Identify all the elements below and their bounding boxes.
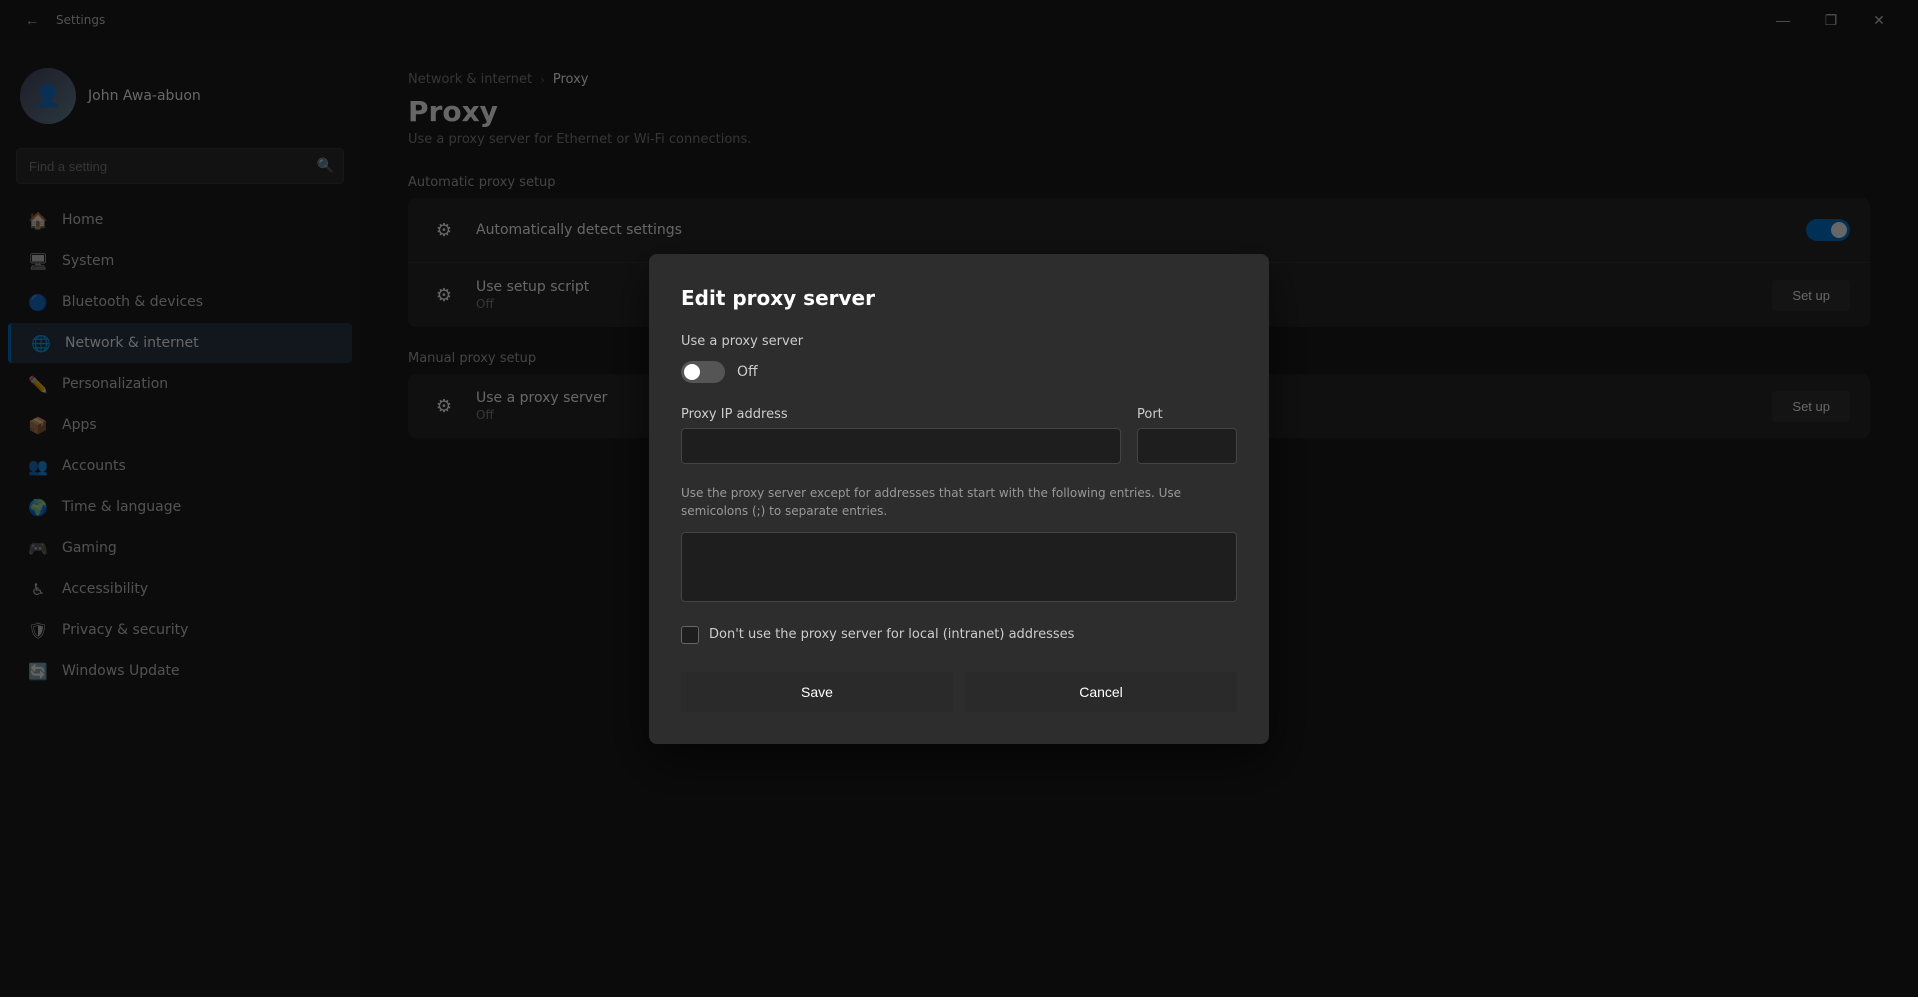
proxy-ip-label: Proxy IP address	[681, 407, 1121, 422]
modal-toggle-label: Use a proxy server	[681, 334, 1237, 349]
exceptions-hint: Use the proxy server except for addresse…	[681, 484, 1237, 520]
local-checkbox-row: Don't use the proxy server for local (in…	[681, 626, 1237, 644]
modal-title: Edit proxy server	[681, 286, 1237, 310]
modal-footer: Save Cancel	[681, 672, 1237, 712]
port-group: Port	[1137, 407, 1237, 464]
proxy-ip-input[interactable]	[681, 428, 1121, 464]
proxy-ip-group: Proxy IP address	[681, 407, 1121, 464]
modal-toggle-text: Off	[737, 364, 758, 380]
cancel-button[interactable]: Cancel	[965, 672, 1237, 712]
ip-port-row: Proxy IP address Port	[681, 407, 1237, 464]
edit-proxy-modal: Edit proxy server Use a proxy server Off…	[649, 254, 1269, 744]
save-button[interactable]: Save	[681, 672, 953, 712]
port-label: Port	[1137, 407, 1237, 422]
local-checkbox-label: Don't use the proxy server for local (in…	[709, 627, 1074, 642]
port-input[interactable]	[1137, 428, 1237, 464]
exceptions-input[interactable]	[681, 532, 1237, 602]
local-checkbox[interactable]	[681, 626, 699, 644]
proxy-use-toggle[interactable]	[681, 361, 725, 383]
modal-toggle-row: Off	[681, 361, 1237, 383]
modal-overlay[interactable]: Edit proxy server Use a proxy server Off…	[0, 0, 1918, 997]
